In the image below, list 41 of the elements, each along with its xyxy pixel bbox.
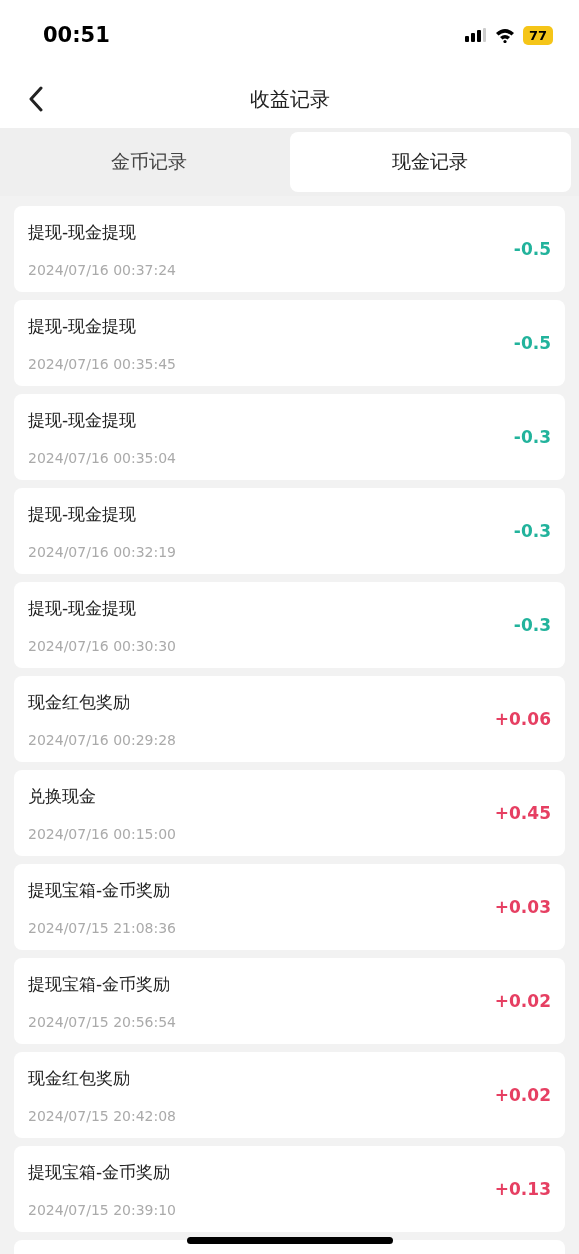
record-amount: -0.5	[513, 239, 551, 259]
record-time: 2024/07/15 20:39:10	[28, 1201, 177, 1218]
record-title: 提现宝箱-金币奖励	[28, 1160, 172, 1184]
record-time: 2024/07/16 00:35:45	[28, 355, 177, 372]
record-title: 现金红包奖励	[28, 690, 131, 714]
page-title: 收益记录	[249, 85, 330, 113]
record-time: 2024/07/16 00:32:19	[28, 543, 177, 560]
record-time: 2024/07/15 21:08:36	[28, 919, 177, 936]
record-title: 现金红包奖励	[28, 1066, 131, 1090]
record-amount: -0.3	[513, 521, 551, 541]
record-amount: +0.03	[494, 897, 551, 917]
record-title: 提现宝箱-金币奖励	[28, 878, 172, 902]
record-amount: +0.02	[494, 991, 551, 1011]
record-time: 2024/07/16 00:30:30	[28, 637, 177, 654]
record-title: 提现-现金提现	[28, 314, 138, 338]
record-amount: +0.02	[494, 1085, 551, 1105]
record-time: 2024/07/16 00:37:24	[28, 261, 177, 278]
status-time: 00:51	[43, 23, 110, 47]
record-title: 提现-现金提现	[28, 408, 138, 432]
record-amount: +0.13	[494, 1179, 551, 1199]
record-amount: +0.06	[494, 709, 551, 729]
tab[interactable]: 金币记录	[8, 132, 290, 192]
record-amount: -0.5	[513, 333, 551, 353]
record-time: 2024/07/16 00:15:00	[28, 825, 177, 842]
tab[interactable]: 现金记录	[289, 132, 571, 192]
wifi-icon	[494, 27, 515, 43]
record-title: 兑换现金	[28, 784, 97, 808]
record-time: 2024/07/15 20:56:54	[28, 1013, 177, 1030]
signal-icon	[464, 28, 487, 42]
back-icon[interactable]	[28, 86, 44, 112]
battery-level: 77	[522, 25, 553, 45]
record-amount: -0.3	[513, 427, 551, 447]
record-title: 提现-现金提现	[28, 596, 138, 620]
record-title: 提现宝箱-金币奖励	[28, 972, 172, 996]
record-title: 提现-现金提现	[28, 502, 138, 526]
record-time: 2024/07/15 20:42:08	[28, 1107, 177, 1124]
record-amount: -0.3	[513, 615, 551, 635]
record-amount: +0.45	[494, 803, 551, 823]
record-title: 提现-现金提现	[28, 220, 138, 244]
record-time: 2024/07/16 00:35:04	[28, 449, 177, 466]
record-time: 2024/07/16 00:29:28	[28, 731, 177, 748]
